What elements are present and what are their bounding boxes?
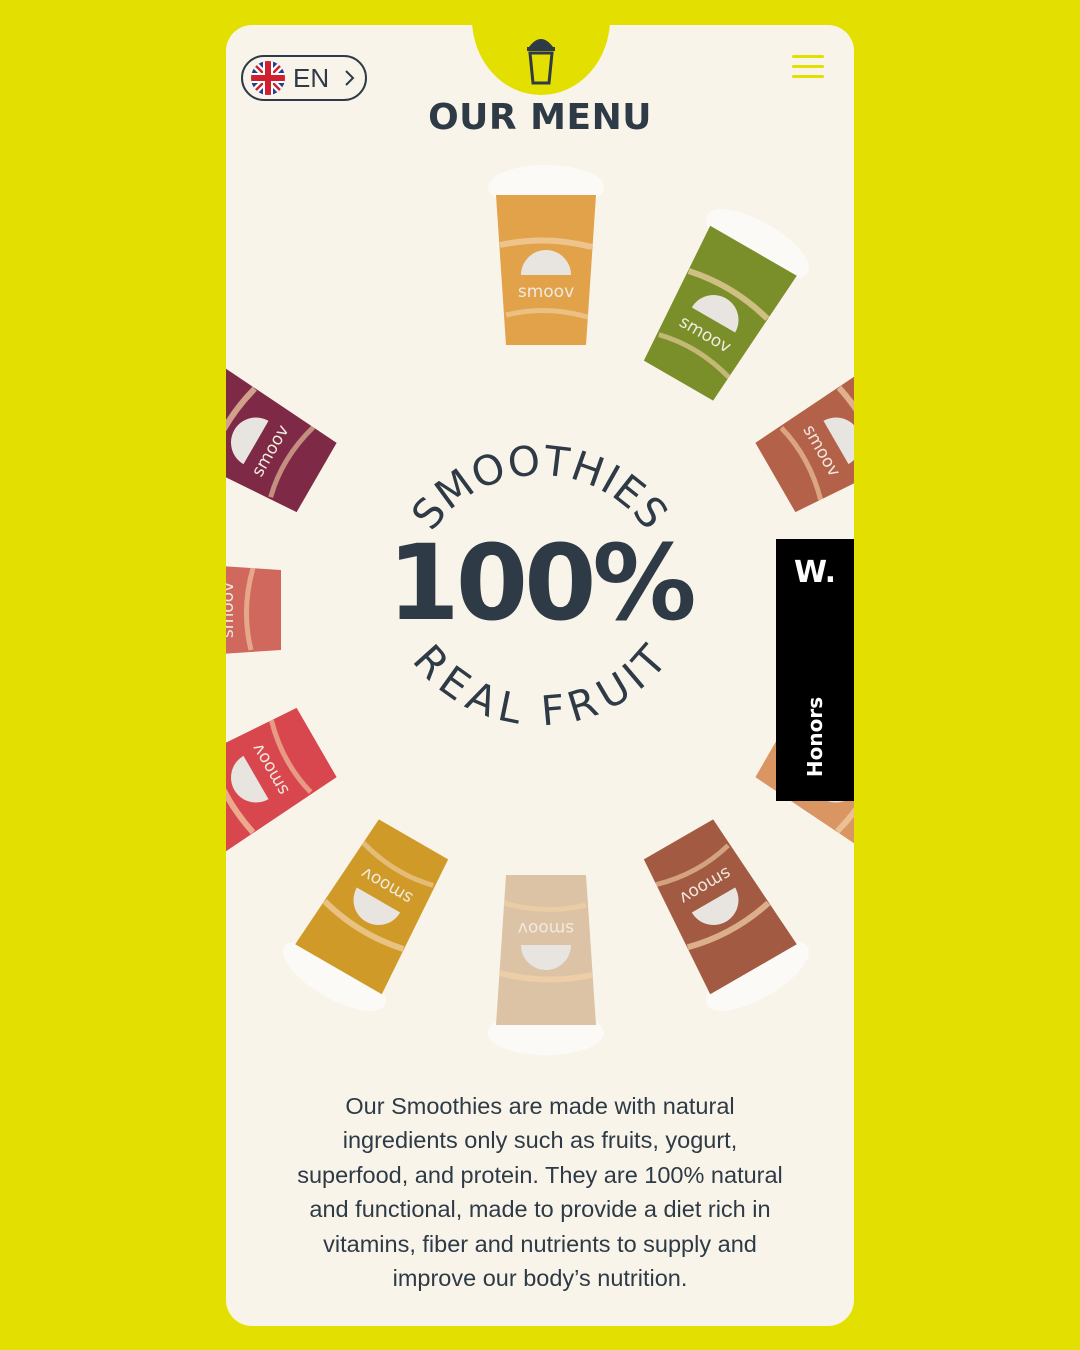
page-title: OUR MENU	[428, 97, 652, 138]
svg-text:smoov: smoov	[518, 918, 574, 938]
svg-text:REAL FRUIT: REAL FRUIT	[404, 635, 677, 735]
smoothie-cup: smoov	[643, 819, 809, 1012]
svg-text:smoov: smoov	[518, 282, 574, 302]
language-code: EN	[293, 62, 330, 93]
hamburger-menu-icon[interactable]	[792, 55, 824, 79]
honors-label: Honors	[803, 696, 827, 778]
smoothie-cup: smoov	[283, 819, 449, 1012]
uk-flag-icon	[251, 61, 285, 95]
menu-description: Our Smoothies are made with natural ingr…	[297, 1093, 783, 1292]
smoothie-cup: smoov	[488, 165, 604, 345]
hundred-percent-text: 100%	[387, 522, 696, 644]
smoothie-cup-icon[interactable]	[524, 33, 558, 85]
smoothie-cup: smoov	[226, 359, 337, 513]
phone-frame: EN OUR MENU smoov smoov smoov smoov smoov smo…	[226, 25, 854, 1326]
honors-badge[interactable]: W. Honors	[776, 539, 854, 801]
language-selector[interactable]: EN	[241, 55, 367, 101]
smoothie-cup: smoov	[643, 208, 809, 401]
smoothie-cup: smoov	[488, 875, 604, 1055]
chevron-right-icon	[345, 70, 355, 86]
honors-logo: W.	[793, 555, 837, 590]
